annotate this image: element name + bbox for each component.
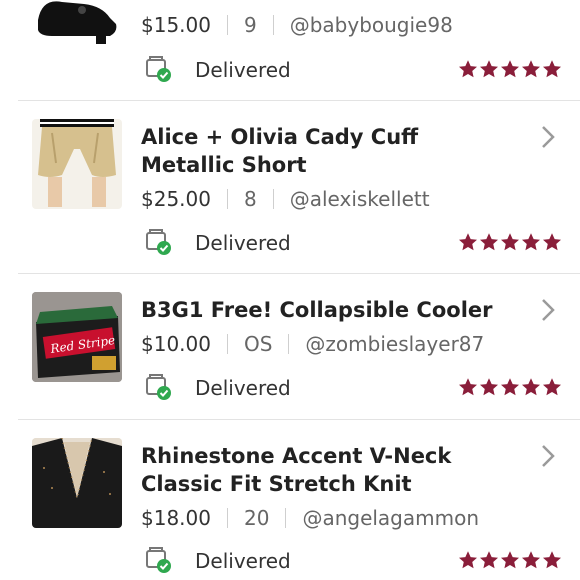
star-icon <box>480 551 498 569</box>
star-icon <box>522 378 540 396</box>
product-title[interactable]: Rhinestone Accent V-Neck Classic Fit Str… <box>141 442 511 498</box>
product-thumbnail[interactable] <box>32 119 122 209</box>
meta-divider <box>272 15 274 35</box>
order-meta: $10.00 OS @zombieslayer87 <box>141 329 484 359</box>
meta-divider <box>226 508 228 528</box>
order-meta: $25.00 8 @alexiskellett <box>141 184 430 214</box>
package-check-icon <box>145 547 173 575</box>
chevron-right-icon[interactable] <box>538 441 558 471</box>
meta-divider <box>288 334 290 354</box>
star-icon <box>480 233 498 251</box>
product-title[interactable]: Alice + Olivia Cady Cuff Metallic Short <box>141 123 511 179</box>
rating-stars <box>458 59 562 81</box>
star-icon <box>501 378 519 396</box>
order-price: $15.00 <box>141 13 211 37</box>
star-icon <box>459 233 477 251</box>
star-icon <box>543 60 561 78</box>
star-icon <box>543 551 561 569</box>
star-icon <box>543 233 561 251</box>
seller-username[interactable]: @zombieslayer87 <box>305 332 484 356</box>
package-check-icon <box>145 374 173 402</box>
chevron-right-icon[interactable] <box>538 295 558 325</box>
chevron-right-icon[interactable] <box>538 122 558 152</box>
order-size: 9 <box>243 13 257 37</box>
order-status: Delivered <box>145 228 291 258</box>
meta-divider <box>226 334 228 354</box>
star-icon <box>522 233 540 251</box>
order-status-label: Delivered <box>195 376 291 400</box>
star-icon <box>459 60 477 78</box>
star-icon <box>459 551 477 569</box>
star-icon <box>501 233 519 251</box>
meta-divider <box>226 15 228 35</box>
order-status-label: Delivered <box>195 549 291 573</box>
order-item[interactable]: Alice + Olivia Cady Cuff Metallic Short … <box>0 101 580 273</box>
meta-divider <box>285 508 287 528</box>
order-price: $10.00 <box>141 332 211 356</box>
order-status-label: Delivered <box>195 231 291 255</box>
rating-stars <box>458 377 562 399</box>
star-icon <box>522 551 540 569</box>
package-check-icon <box>145 229 173 257</box>
star-icon <box>522 60 540 78</box>
order-size: 8 <box>243 187 257 211</box>
meta-divider <box>226 189 228 209</box>
package-check-icon <box>145 56 173 84</box>
product-title[interactable]: B3G1 Free! Collapsible Cooler <box>141 296 511 324</box>
rating-stars <box>458 550 562 572</box>
order-status-label: Delivered <box>195 58 291 82</box>
product-thumbnail[interactable] <box>32 0 122 48</box>
seller-username[interactable]: @angelagammon <box>302 506 479 530</box>
order-size: 20 <box>243 506 270 530</box>
order-meta: $18.00 20 @angelagammon <box>141 503 479 533</box>
order-size: OS <box>243 332 273 356</box>
star-icon <box>480 378 498 396</box>
seller-username[interactable]: @babybougie98 <box>290 13 453 37</box>
order-meta: $15.00 9 @babybougie98 <box>141 10 453 40</box>
product-thumbnail[interactable] <box>32 438 122 528</box>
product-thumbnail[interactable]: Red Stripe <box>32 292 122 382</box>
order-price: $25.00 <box>141 187 211 211</box>
star-icon <box>501 60 519 78</box>
order-status: Delivered <box>145 55 291 85</box>
rating-stars <box>458 232 562 254</box>
order-list: $15.00 9 @babybougie98 Delivered Alice +… <box>0 0 580 580</box>
order-status: Delivered <box>145 546 291 576</box>
order-status: Delivered <box>145 373 291 403</box>
order-price: $18.00 <box>141 506 211 530</box>
star-icon <box>459 378 477 396</box>
seller-username[interactable]: @alexiskellett <box>290 187 430 211</box>
order-item[interactable]: $15.00 9 @babybougie98 Delivered <box>0 0 580 100</box>
order-item[interactable]: Red Stripe B3G1 Free! Collapsible Cooler… <box>0 274 580 419</box>
star-icon <box>480 60 498 78</box>
meta-divider <box>272 189 274 209</box>
order-item[interactable]: Rhinestone Accent V-Neck Classic Fit Str… <box>0 420 580 580</box>
star-icon <box>543 378 561 396</box>
star-icon <box>501 551 519 569</box>
